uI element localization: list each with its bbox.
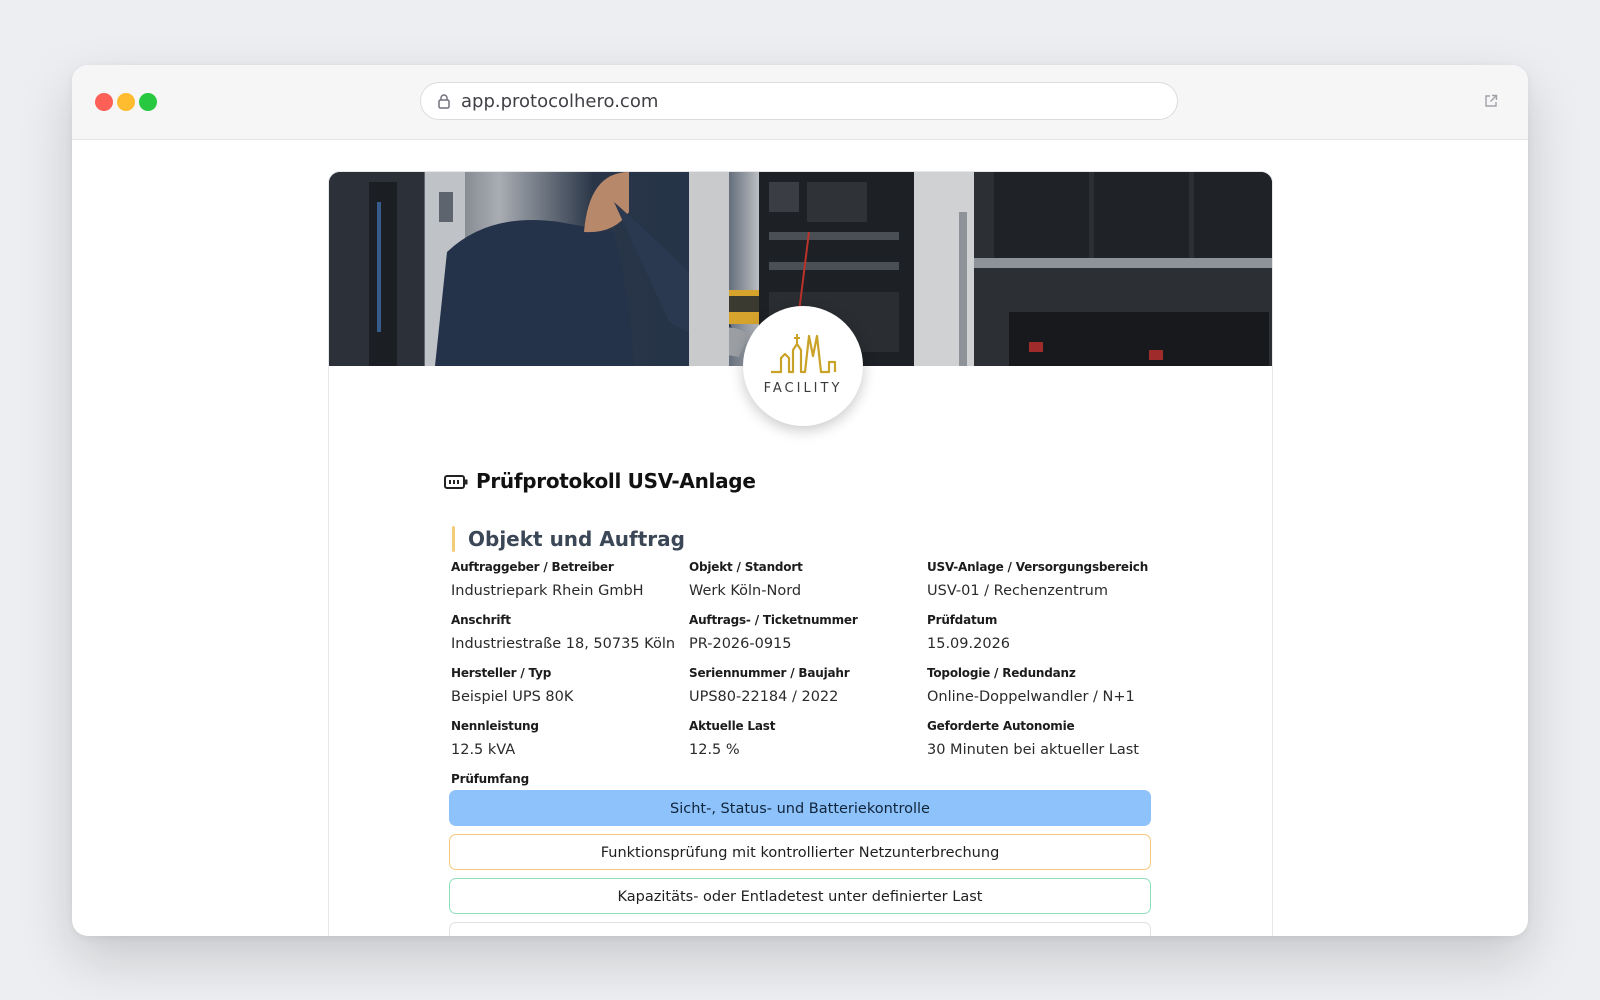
logo-text: FACILITY <box>763 381 843 396</box>
field-topologie: Topologie / Redundanz Online-Doppelwandl… <box>927 666 1151 719</box>
battery-icon <box>444 474 468 493</box>
field-label: Nennleistung <box>451 719 539 733</box>
field-autonomie: Geforderte Autonomie 30 Minuten bei aktu… <box>927 719 1151 772</box>
field-label: Prüfdatum <box>927 613 998 627</box>
field-value: Industriestraße 18, 50735 Köln <box>451 636 676 652</box>
section-title: Objekt und Auftrag <box>468 527 685 551</box>
field-hersteller: Hersteller / Typ Beispiel UPS 80K <box>451 666 689 719</box>
maximize-window-button[interactable] <box>139 93 157 111</box>
field-pruefdatum: Prüfdatum 15.09.2026 <box>927 613 1151 666</box>
field-value: Online-Doppelwandler / N+1 <box>927 689 1135 705</box>
field-label: USV-Anlage / Versorgungsbereich <box>927 560 1149 574</box>
scope-label: Prüfumfang <box>451 772 529 786</box>
field-usv-anlage: USV-Anlage / Versorgungsbereich USV-01 /… <box>927 560 1151 613</box>
field-aktuelle-last: Aktuelle Last 12.5 % <box>689 719 927 772</box>
field-value: Industriepark Rhein GmbH <box>451 583 644 599</box>
scope-option-sichtkontrolle[interactable]: Sicht-, Status- und Batteriekontrolle <box>449 790 1151 826</box>
lock-icon <box>438 94 450 113</box>
field-value: 12.5 kVA <box>451 742 516 758</box>
field-nennleistung: Nennleistung 12.5 kVA <box>451 719 689 772</box>
scope-option-funktionspruefung[interactable]: Funktionsprüfung mit kontrollierter Netz… <box>449 834 1151 870</box>
field-label: Topologie / Redundanz <box>927 666 1076 680</box>
field-grid: Auftraggeber / Betreiber Industriepark R… <box>451 560 1151 772</box>
field-label: Objekt / Standort <box>689 560 803 574</box>
protocol-card: FACILITY Prüfprotokoll USV-Anlage Objekt… <box>328 171 1273 936</box>
skyline-icon <box>771 334 837 374</box>
field-label: Hersteller / Typ <box>451 666 552 680</box>
field-objekt: Objekt / Standort Werk Köln-Nord <box>689 560 927 613</box>
address-bar-url: app.protocolhero.com <box>461 91 659 112</box>
field-label: Geforderte Autonomie <box>927 719 1075 733</box>
field-label: Seriennummer / Baujahr <box>689 666 850 680</box>
field-seriennummer: Seriennummer / Baujahr UPS80-22184 / 202… <box>689 666 927 719</box>
open-external-icon[interactable] <box>1484 93 1498 112</box>
field-ticketnummer: Auftrags- / Ticketnummer PR-2026-0915 <box>689 613 927 666</box>
field-value: Beispiel UPS 80K <box>451 689 574 705</box>
field-value: UPS80-22184 / 2022 <box>689 689 839 705</box>
field-label: Anschrift <box>451 613 511 627</box>
field-value: 12.5 % <box>689 742 740 758</box>
field-value: 15.09.2026 <box>927 636 1011 652</box>
field-label: Auftraggeber / Betreiber <box>451 560 614 574</box>
close-window-button[interactable] <box>95 93 113 111</box>
scope-option-kapazitaetstest[interactable]: Kapazitäts- oder Entladetest unter defin… <box>449 878 1151 914</box>
browser-window: app.protocolhero.com FACILITY Prüfprotok… <box>72 65 1528 936</box>
field-label: Auftrags- / Ticketnummer <box>689 613 858 627</box>
browser-toolbar: app.protocolhero.com <box>72 65 1528 140</box>
field-label: Aktuelle Last <box>689 719 776 733</box>
page-title: Prüfprotokoll USV-Anlage <box>476 469 756 493</box>
section-accent-bar <box>452 526 455 552</box>
minimize-window-button[interactable] <box>117 93 135 111</box>
field-value: PR-2026-0915 <box>689 636 792 652</box>
field-value: Werk Köln-Nord <box>689 583 802 599</box>
field-anschrift: Anschrift Industriestraße 18, 50735 Köln <box>451 613 689 666</box>
facility-logo: FACILITY <box>743 306 863 426</box>
address-bar[interactable]: app.protocolhero.com <box>420 82 1178 120</box>
field-value: 30 Minuten bei aktueller Last <box>927 742 1139 758</box>
field-auftraggeber: Auftraggeber / Betreiber Industriepark R… <box>451 560 689 613</box>
field-value: USV-01 / Rechenzentrum <box>927 583 1108 599</box>
scope-option-more[interactable] <box>449 922 1151 936</box>
scope-option-list: Sicht-, Status- und Batteriekontrolle Fu… <box>449 790 1151 936</box>
